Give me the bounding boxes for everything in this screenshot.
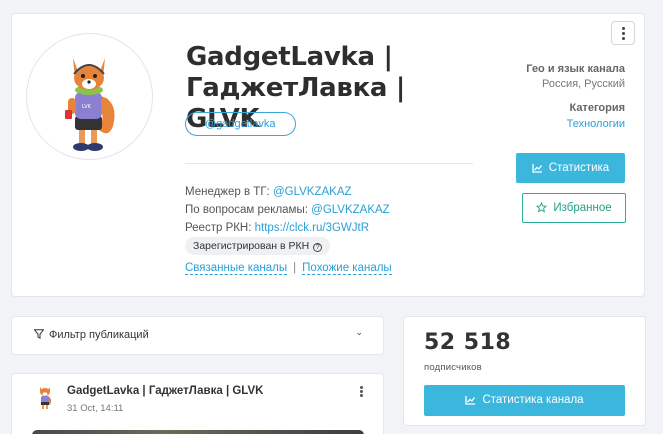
chart-icon <box>532 163 542 173</box>
chevron-down-icon: ⌄ <box>355 327 363 337</box>
rkn-badge-label: Зарегистрирован в РКН <box>193 240 310 252</box>
divider <box>185 163 473 164</box>
statistics-button-label: Статистика <box>548 162 610 174</box>
publication-filter-dropdown[interactable]: Фильтр публикаций ⌄ <box>11 316 384 355</box>
post-avatar[interactable] <box>35 384 55 410</box>
fox-mascot-image: LVK <box>65 58 115 151</box>
statistics-button[interactable]: Статистика <box>516 153 625 183</box>
channel-profile-card: LVK GadgetLavka | ГаджетЛавка | GLVK @ga… <box>11 13 645 297</box>
channel-username-link[interactable]: @gadgetlavka <box>185 112 296 136</box>
channel-links: Связанные каналы | Похожие каналы <box>185 262 392 275</box>
category-label: Категория <box>569 102 625 114</box>
svg-text:LVK: LVK <box>82 104 92 110</box>
geo-value: Россия, Русский <box>542 78 625 90</box>
subscribers-label: подписчиков <box>424 362 482 373</box>
category-link[interactable]: Технологии <box>567 118 625 130</box>
related-channels-link[interactable]: Связанные каналы <box>185 262 288 275</box>
chart-icon <box>465 395 476 405</box>
star-icon <box>536 202 548 214</box>
question-circle-icon: ? <box>313 243 323 252</box>
links-separator: | <box>293 262 297 274</box>
subscribers-card: 52 518 подписчиков Статистика канала <box>403 316 646 426</box>
subscribers-count: 52 518 <box>424 330 512 355</box>
manager-link[interactable]: @GLVKZAKAZ <box>273 186 352 198</box>
channel-avatar: LVK <box>26 33 153 160</box>
post-channel-title[interactable]: GadgetLavka | ГаджетЛавка | GLVK <box>67 385 263 397</box>
channel-statistics-label: Статистика канала <box>482 394 584 406</box>
rkn-registered-badge[interactable]: Зарегистрирован в РКН? <box>185 237 331 255</box>
registry-line: Реестр РКН: https://clck.ru/3GWJtR <box>185 221 369 235</box>
similar-channels-link[interactable]: Похожие каналы <box>302 262 392 275</box>
channel-statistics-button[interactable]: Статистика канала <box>424 385 625 416</box>
funnel-icon <box>33 329 45 340</box>
filter-label: Фильтр публикаций <box>49 329 149 341</box>
post-image[interactable] <box>32 430 364 434</box>
vertical-dots-icon[interactable] <box>360 390 363 393</box>
favorite-button-label: Избранное <box>553 202 612 214</box>
favorite-button[interactable]: Избранное <box>522 193 626 223</box>
ads-label: По вопросам рекламы: <box>185 204 308 216</box>
vertical-dots-icon <box>621 31 625 35</box>
post-card: GadgetLavka | ГаджетЛавка | GLVK 31 Oct,… <box>11 373 384 434</box>
channel-menu-button[interactable] <box>611 21 635 45</box>
registry-link[interactable]: https://clck.ru/3GWJtR <box>255 222 369 234</box>
geo-label: Гео и язык канала <box>526 63 625 75</box>
manager-line: Менеджер в ТГ: @GLVKZAKAZ <box>185 185 352 199</box>
filter-label-row: Фильтр публикаций <box>33 329 149 341</box>
ads-line: По вопросам рекламы: @GLVKZAKAZ <box>185 203 390 217</box>
ads-link[interactable]: @GLVKZAKAZ <box>311 204 390 216</box>
post-date: 31 Oct, 14:11 <box>67 403 124 414</box>
registry-label: Реестр РКН: <box>185 222 252 234</box>
manager-label: Менеджер в ТГ: <box>185 186 270 198</box>
